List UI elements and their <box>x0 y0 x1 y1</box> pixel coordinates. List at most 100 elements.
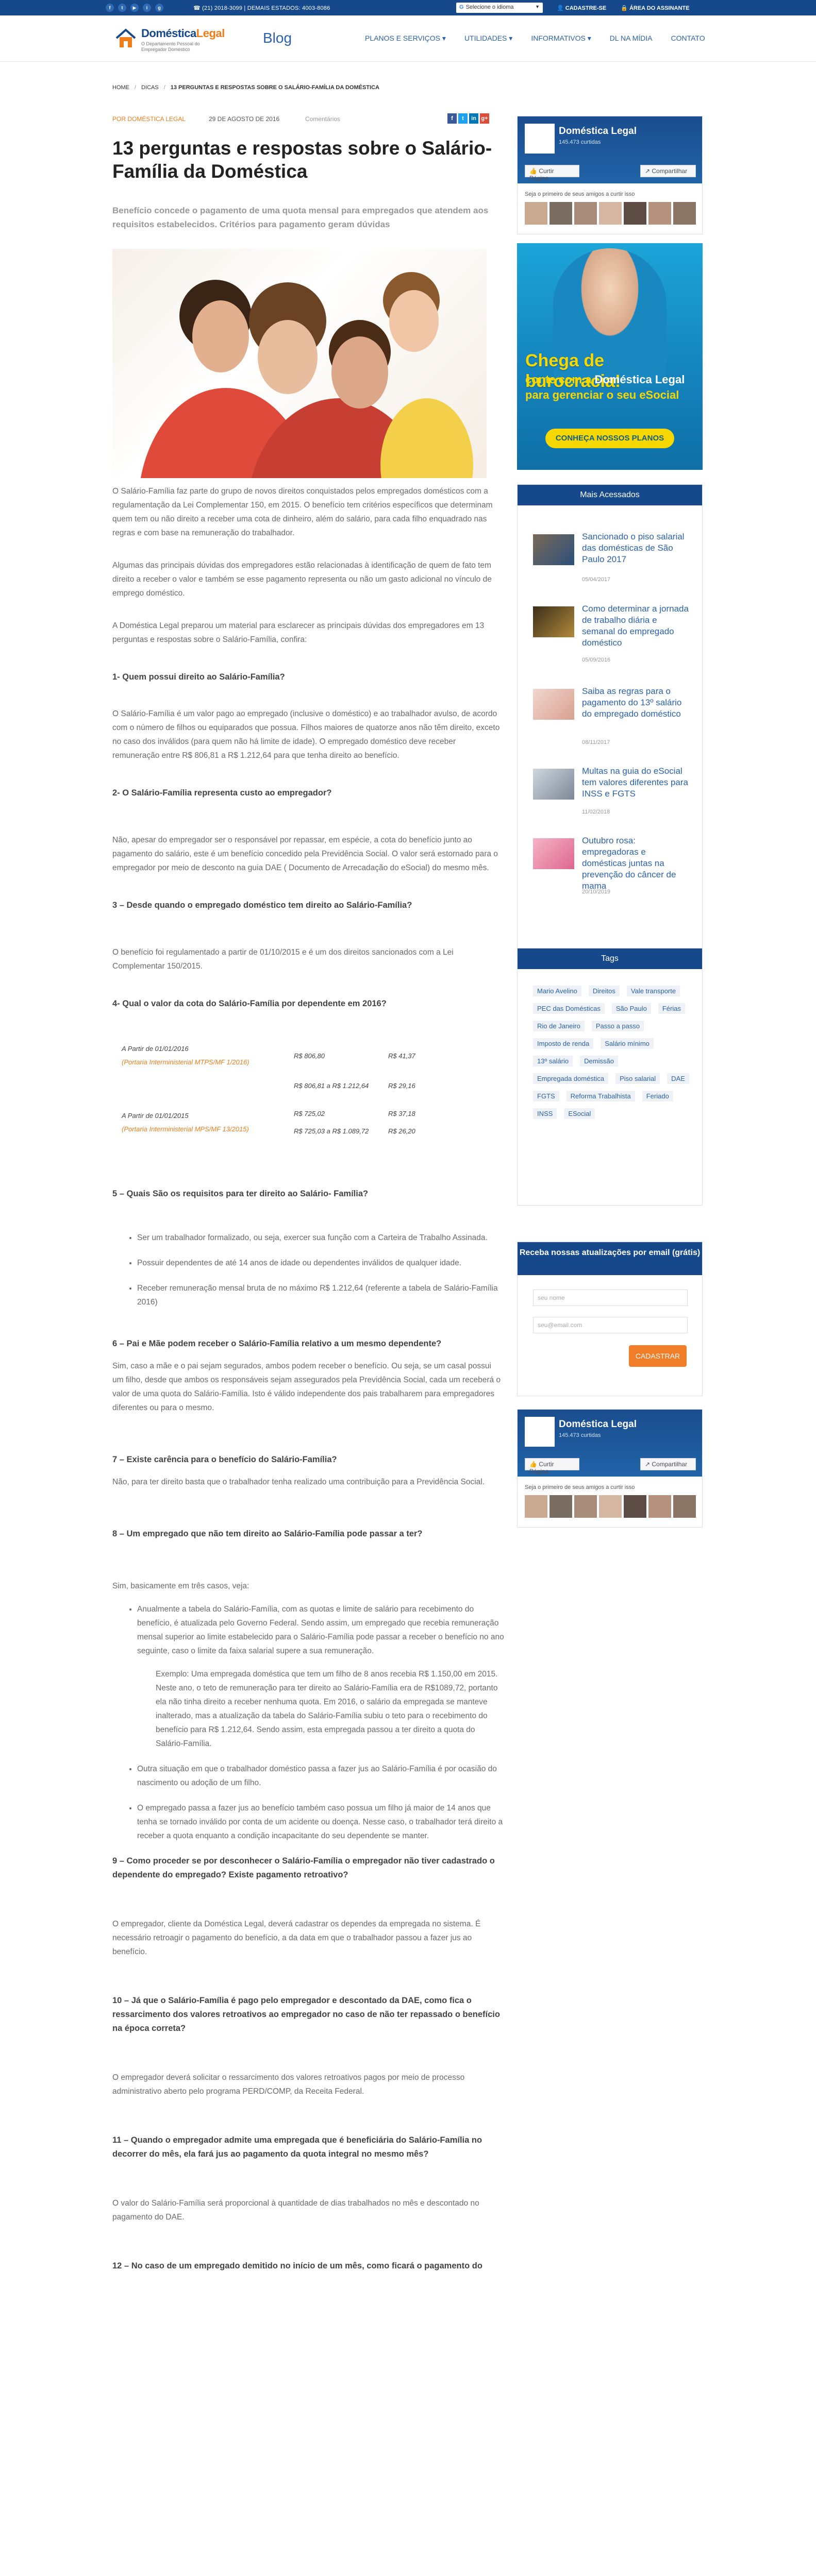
comments-link[interactable]: Comentários <box>305 115 340 123</box>
nav-planos[interactable]: PLANOS E SERVIÇOS ▾ <box>365 34 446 43</box>
list-item: Outra situação em que o trabalhador domé… <box>137 1762 504 1790</box>
tag[interactable]: Reforma Trabalhista <box>566 1091 635 1101</box>
list-item[interactable]: Multas na guia do eSocial tem valores di… <box>533 766 703 827</box>
paragraph: Não, para ter direito basta que o trabal… <box>112 1478 485 1486</box>
table-cell: R$ 29,16 <box>388 1082 415 1090</box>
language-select[interactable]: G Selecione o idioma ▼ <box>456 3 543 13</box>
tag[interactable]: Piso salarial <box>615 1073 660 1084</box>
instagram-icon[interactable]: i <box>143 4 151 12</box>
avatar[interactable] <box>624 1495 646 1518</box>
tag[interactable]: 13º salário <box>533 1056 573 1066</box>
article-lead: Benefício concede o pagamento de uma quo… <box>112 206 489 229</box>
promo-banner[interactable]: Chega de burocracia! conte com a Domésti… <box>517 243 703 470</box>
avatar[interactable] <box>525 202 547 225</box>
question-heading: 6 – Pai e Mãe podem receber o Salário-Fa… <box>112 1339 442 1348</box>
tag[interactable]: São Paulo <box>611 1003 651 1014</box>
paragraph: O empregador deverá solicitar o ressarci… <box>112 2073 465 2096</box>
fb-share-button[interactable]: ↗ Compartilhar <box>640 1458 696 1470</box>
newsletter-widget: Receba nossas atualizações por email (gr… <box>517 1242 703 1396</box>
tag[interactable]: Vale transporte <box>626 986 680 996</box>
portaria-link[interactable]: (Portaria Interministerial MPS/MF 13/201… <box>122 1122 249 1136</box>
nav-contato[interactable]: CONTATO <box>671 34 705 43</box>
avatar[interactable] <box>549 202 572 225</box>
list-item[interactable]: Como determinar a jornada de trabalho di… <box>533 603 703 665</box>
facebook-page-widget-2: Doméstica Legal 145.473 curtidas 👍 Curti… <box>517 1409 703 1528</box>
question-heading: 12 – No caso de um empregado demitido no… <box>112 2261 482 2270</box>
fb-like-button[interactable]: 👍 Curtir Página <box>525 165 579 182</box>
avatar[interactable] <box>673 1495 696 1518</box>
nav-informativos[interactable]: INFORMATIVOS ▾ <box>531 34 591 43</box>
fb-page-thumbnail[interactable] <box>525 124 555 154</box>
account-links: 👤 CADASTRE-SE 🔒 ÁREA DO ASSINANTE <box>557 5 689 11</box>
avatar[interactable] <box>549 1495 572 1518</box>
tag[interactable]: Direitos <box>588 986 620 996</box>
avatar[interactable] <box>574 202 597 225</box>
facebook-icon[interactable]: f <box>106 4 114 12</box>
tag-cloud: Mario Avelino Direitos Vale transporte P… <box>533 986 693 1119</box>
register-link[interactable]: 👤 CADASTRE-SE <box>557 5 606 11</box>
share-linkedin-icon[interactable]: in <box>469 113 478 124</box>
subscriber-area-link[interactable]: 🔒 ÁREA DO ASSINANTE <box>621 5 689 11</box>
subscribe-button[interactable]: CADASTRAR <box>629 1345 687 1367</box>
youtube-icon[interactable]: ▶ <box>130 4 139 12</box>
paragraph: Algumas das principais dúvidas dos empre… <box>112 561 492 598</box>
avatar[interactable] <box>574 1495 597 1518</box>
tag[interactable]: Férias <box>658 1003 685 1014</box>
tag[interactable]: Feriado <box>642 1091 673 1101</box>
nav-utilidades[interactable]: UTILIDADES ▾ <box>464 34 512 43</box>
fb-page-name[interactable]: Doméstica Legal <box>559 126 637 137</box>
tag[interactable]: Salário mínimo <box>601 1038 654 1049</box>
avatar[interactable] <box>599 1495 622 1518</box>
share-facebook-icon[interactable]: f <box>447 113 457 124</box>
email-input[interactable]: seu@email.com <box>533 1317 688 1333</box>
list-item[interactable]: Saiba as regras para o pagamento do 13º … <box>533 686 703 748</box>
nav-midia[interactable]: DL NA MÍDIA <box>610 34 653 43</box>
tag[interactable]: DAE <box>667 1073 689 1084</box>
avatar[interactable] <box>599 202 622 225</box>
avatar[interactable] <box>673 202 696 225</box>
tag[interactable]: PEC das Domésticas <box>533 1003 605 1014</box>
avatar[interactable] <box>648 202 671 225</box>
table-cell: R$ 37,18 <box>388 1110 415 1117</box>
logo-text-b: Legal <box>196 27 225 40</box>
banner-cta-button[interactable]: CONHEÇA NOSSOS PLANOS <box>545 429 674 448</box>
tag[interactable]: Empregada doméstica <box>533 1073 609 1084</box>
quota-table: A Partir de 01/01/2016 (Portaria Intermi… <box>112 1042 504 1176</box>
main-nav: PLANOS E SERVIÇOS ▾ UTILIDADES ▾ INFORMA… <box>365 34 705 43</box>
list-item: O empregado passa a fazer jus ao benefíc… <box>137 1801 504 1843</box>
twitter-icon[interactable]: t <box>118 4 126 12</box>
name-input[interactable]: seu nome <box>533 1290 688 1306</box>
list-item: Ser um trabalhador formalizado, ou seja,… <box>137 1231 504 1245</box>
list-item[interactable]: Outubro rosa: empregadoras e domésticas … <box>533 835 703 897</box>
paragraph: O Salário-Família é um valor pago ao emp… <box>112 709 500 760</box>
table-label: A Partir de 01/01/2016 <box>122 1045 189 1053</box>
tag[interactable]: Demissão <box>580 1056 618 1066</box>
fb-page-thumbnail[interactable] <box>525 1417 555 1447</box>
share-twitter-icon[interactable]: t <box>458 113 468 124</box>
tag[interactable]: Mario Avelino <box>533 986 581 996</box>
logo[interactable]: DomésticaLegal O Departamento Pessoal do… <box>114 24 243 55</box>
avatar[interactable] <box>525 1495 547 1518</box>
tag[interactable]: ESocial <box>564 1108 595 1119</box>
tag[interactable]: Passo a passo <box>591 1021 644 1031</box>
table-cell: R$ 26,20 <box>388 1127 415 1135</box>
avatar[interactable] <box>624 202 646 225</box>
tag[interactable]: Imposto de renda <box>533 1038 594 1049</box>
facebook-page-widget: Doméstica Legal 145.473 curtidas 👍 Curti… <box>517 116 703 234</box>
breadcrumb-section[interactable]: DICAS <box>141 84 159 91</box>
share-google-plus-icon[interactable]: g+ <box>480 113 489 124</box>
google-plus-icon[interactable]: g <box>155 4 163 12</box>
fb-page-name[interactable]: Doméstica Legal <box>559 1419 637 1430</box>
example-text: Exemplo: Uma empregada doméstica que tem… <box>156 1670 498 1748</box>
portaria-link[interactable]: (Portaria Interministerial MTPS/MF 1/201… <box>122 1055 249 1069</box>
fb-share-button[interactable]: ↗ Compartilhar <box>640 165 696 177</box>
list-item[interactable]: Sancionado o piso salarial das doméstica… <box>533 531 703 593</box>
tag[interactable]: Rio de Janeiro <box>533 1021 585 1031</box>
breadcrumb-home[interactable]: HOME <box>112 84 129 91</box>
post-author[interactable]: POR DOMÉSTICA LEGAL <box>112 115 186 123</box>
fb-like-button[interactable]: 👍 Curtir Página <box>525 1458 579 1475</box>
avatar[interactable] <box>648 1495 671 1518</box>
tag[interactable]: INSS <box>533 1108 557 1119</box>
blog-title[interactable]: Blog <box>263 30 292 46</box>
tag[interactable]: FGTS <box>533 1091 559 1101</box>
